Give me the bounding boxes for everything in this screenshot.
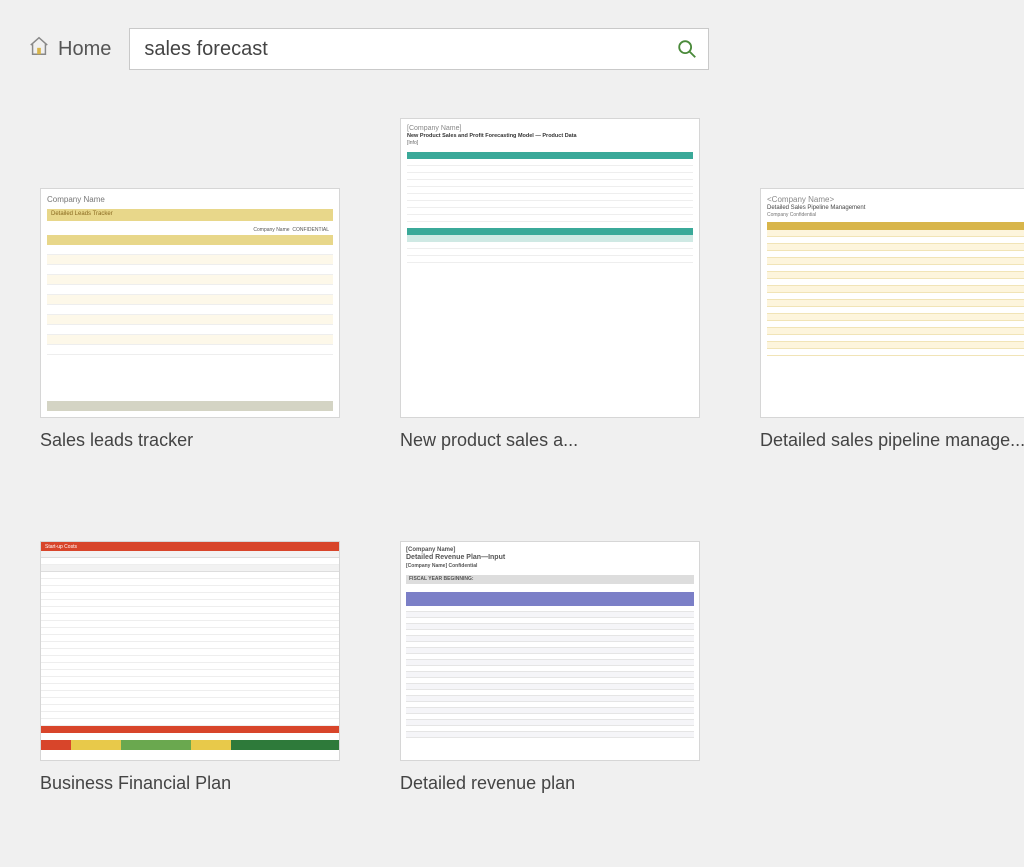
thumb-company: <Company Name> xyxy=(767,195,1024,205)
search-input[interactable] xyxy=(144,38,676,61)
home-label: Home xyxy=(58,38,111,61)
template-thumbnail: [Company Name] New Product Sales and Pro… xyxy=(400,118,700,418)
template-label: Sales leads tracker xyxy=(40,430,340,451)
template-thumbnail: Start-up Costs xyxy=(40,541,340,761)
home-link[interactable]: Home xyxy=(28,35,111,63)
template-label: Detailed sales pipeline manage... xyxy=(760,430,1024,451)
template-grid: Company Name Detailed Leads Tracker Comp… xyxy=(0,88,1024,834)
template-tile[interactable]: Company Name Detailed Leads Tracker Comp… xyxy=(40,188,340,451)
template-label: Detailed revenue plan xyxy=(400,773,700,794)
template-label: New product sales a... xyxy=(400,430,700,451)
search-icon[interactable] xyxy=(676,38,698,60)
template-tile[interactable]: [Company Name] Detailed Revenue Plan—Inp… xyxy=(400,541,700,794)
thumb-subtitle: Detailed Leads Tracker xyxy=(51,211,113,218)
header: Home xyxy=(0,0,1024,88)
search-box[interactable] xyxy=(129,28,709,70)
thumb-company: Company Name xyxy=(47,195,333,205)
template-thumbnail: <Company Name> Detailed Sales Pipeline M… xyxy=(760,188,1024,418)
template-label: Business Financial Plan xyxy=(40,773,340,794)
thumb-company: [Company Name] xyxy=(407,125,693,133)
template-tile[interactable]: <Company Name> Detailed Sales Pipeline M… xyxy=(760,188,1024,451)
template-tile[interactable]: [Company Name] New Product Sales and Pro… xyxy=(400,118,700,451)
home-icon xyxy=(28,35,50,63)
template-thumbnail: Company Name Detailed Leads Tracker Comp… xyxy=(40,188,340,418)
template-tile[interactable]: Start-up Costs xyxy=(40,541,340,794)
template-thumbnail: [Company Name] Detailed Revenue Plan—Inp… xyxy=(400,541,700,761)
